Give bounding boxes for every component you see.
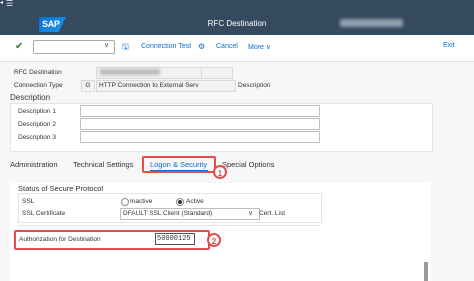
ssl-label: SSL [22, 198, 35, 205]
cancel-button[interactable]: Cancel [216, 43, 238, 50]
description-2-label: Description 2 [18, 121, 56, 128]
shell-bar [0, 0, 474, 35]
tab-special-options[interactable]: Special Options [222, 160, 275, 169]
description-heading: Description [10, 93, 51, 102]
more-label: More [248, 44, 264, 51]
rfc-destination-label: RFC Destination [14, 69, 62, 76]
check-icon[interactable]: ✔ [15, 41, 23, 52]
connection-type-label: Connection Type [14, 82, 63, 89]
rfc-destination-extra-field [201, 67, 233, 79]
scrollbar[interactable] [424, 262, 428, 281]
save-icon[interactable]: 🖫 [122, 42, 131, 51]
redacted-destination-name [340, 19, 403, 27]
menu-icon[interactable]: ☰ [6, 0, 16, 8]
inactive-label: Inactive [130, 198, 153, 205]
chevron-down-icon[interactable]: ∨ [100, 40, 113, 52]
exit-button[interactable]: Exit [443, 42, 455, 49]
ssl-certificate-value: DFAULT SSL Client (Standard) [123, 210, 213, 217]
description-1-input[interactable] [80, 105, 320, 117]
cert-list-link[interactable]: Cert. List [259, 210, 285, 217]
divider [18, 225, 320, 226]
inactive-radio[interactable] [121, 198, 129, 206]
section-title: Status of Secure Protocol [18, 184, 104, 193]
highlight-box-1 [142, 156, 216, 173]
description-inline-label: Description [238, 82, 271, 89]
description-3-label: Description 3 [18, 134, 56, 141]
redacted-rfc-destination [100, 69, 160, 75]
ssl-certificate-select[interactable]: DFAULT SSL Client (Standard) [120, 208, 260, 220]
tab-administration[interactable]: Administration [10, 160, 58, 169]
badge-2: 2 [207, 233, 221, 247]
description-3-input[interactable] [80, 131, 320, 143]
tab-technical-settings[interactable]: Technical Settings [73, 160, 133, 169]
ssl-certificate-label: SSL Certificate [22, 210, 66, 217]
badge-1: 1 [213, 165, 227, 179]
connection-type-value: HTTP Connection to External Serv [96, 80, 236, 92]
description-2-input[interactable] [80, 118, 320, 130]
active-radio[interactable] [176, 198, 184, 206]
active-label: Active [186, 198, 204, 205]
connection-type-code: G [81, 80, 95, 92]
tool-icon[interactable]: ⚙ [198, 42, 205, 51]
more-button[interactable]: More ∨ [248, 43, 271, 51]
chevron-down-icon: ∨ [265, 44, 272, 51]
chevron-down-icon[interactable]: ∨ [248, 209, 253, 217]
connection-test-button[interactable]: Connection Test [141, 43, 191, 50]
description-1-label: Description 1 [18, 108, 56, 115]
highlight-box-2 [14, 230, 210, 250]
